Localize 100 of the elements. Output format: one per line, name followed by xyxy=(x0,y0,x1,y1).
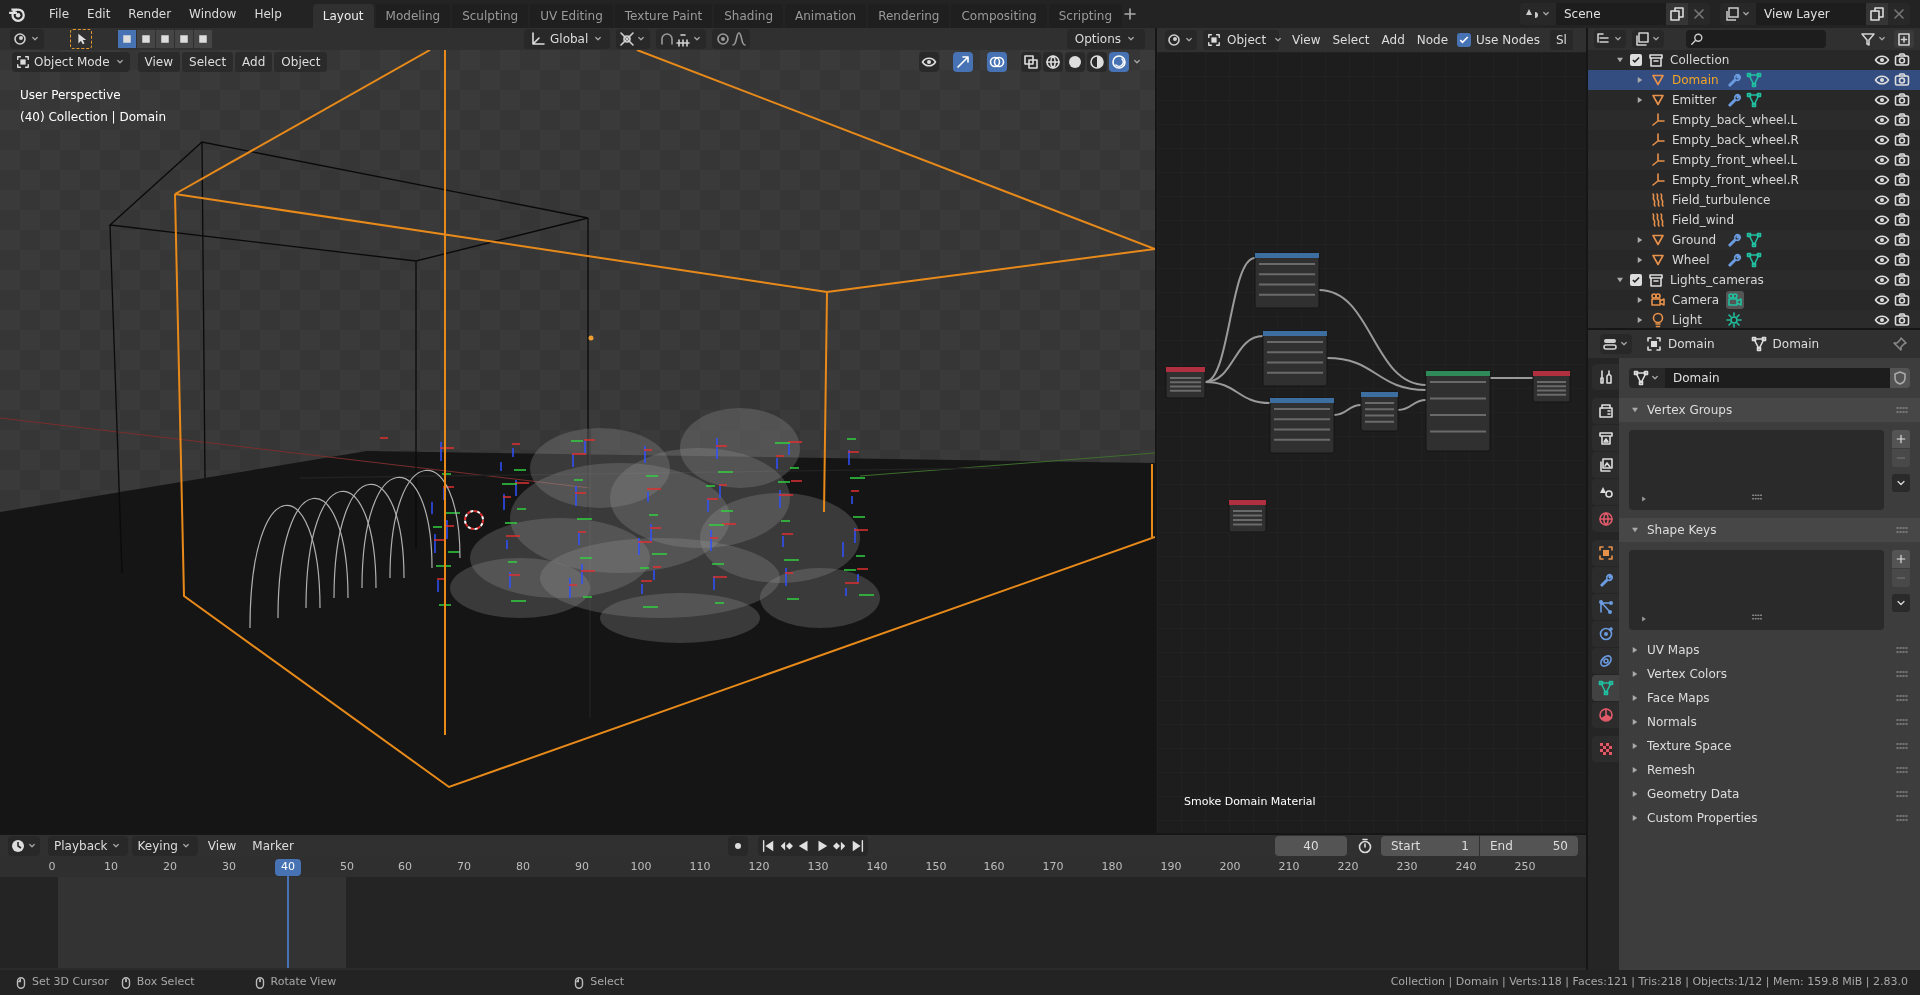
outliner-item-label[interactable]: Empty_front_wheel.L xyxy=(1672,151,1812,169)
ruler-tick-label: 10 xyxy=(103,859,119,876)
workspace-tab[interactable]: Texture Paint xyxy=(614,4,713,28)
ruler-tick-label: 170 xyxy=(1041,859,1065,876)
workspace-tab[interactable]: Scripting xyxy=(1048,4,1123,28)
workspace-tab[interactable]: Shading xyxy=(714,4,783,28)
mode-label: Object Mode xyxy=(34,54,110,71)
panel-title: Remesh xyxy=(1647,762,1697,779)
menu-item[interactable]: Marker xyxy=(246,836,300,856)
outliner-item-label[interactable]: Emitter xyxy=(1672,91,1812,109)
outliner-item-label[interactable]: Collection xyxy=(1670,51,1810,69)
breadcrumb-label: Domain xyxy=(1772,336,1820,353)
menu-item[interactable]: Help xyxy=(245,2,291,26)
panel-title: Vertex Colors xyxy=(1647,666,1728,683)
ruler-tick-label: 50 xyxy=(339,859,355,876)
options-dropdown[interactable]: Options xyxy=(1066,29,1145,49)
status-hint-text: Box Select xyxy=(136,974,195,991)
panel-title: Face Maps xyxy=(1647,690,1711,707)
ruler-tick-label: 70 xyxy=(456,859,472,876)
ruler-tick-label: 100 xyxy=(629,859,653,876)
menu-item[interactable]: Node xyxy=(1411,31,1454,49)
checkbox-label: Use Nodes xyxy=(1476,32,1540,49)
shader-type-label: Object xyxy=(1227,32,1267,49)
menu-item[interactable]: Select xyxy=(1327,31,1375,49)
workspace-tab[interactable]: UV Editing xyxy=(530,4,613,28)
shader-type-dropdown[interactable]: Object xyxy=(1203,30,1279,50)
ruler-tick-label: 130 xyxy=(806,859,830,876)
ruler-tick-label: 200 xyxy=(1218,859,1242,876)
menu-item[interactable]: Add xyxy=(235,52,273,72)
orientation-label: Global xyxy=(550,31,589,48)
outliner-item-label[interactable]: Camera xyxy=(1672,291,1812,309)
workspace-tab[interactable]: Sculpting xyxy=(452,4,529,28)
status-hint-text: Set 3D Cursor xyxy=(32,974,109,991)
ruler-tick-label: 90 xyxy=(574,859,590,876)
outliner-item-label[interactable]: Empty_front_wheel.R xyxy=(1672,171,1812,189)
orientation-dropdown[interactable]: Global xyxy=(524,29,611,49)
panel-title: Vertex Groups xyxy=(1647,402,1734,419)
ruler-tick-label: 150 xyxy=(924,859,948,876)
outliner-item-label[interactable]: Domain xyxy=(1672,71,1812,89)
panel-title: Shape Keys xyxy=(1647,522,1718,539)
ruler-tick-label: 190 xyxy=(1159,859,1183,876)
outliner-item-label[interactable]: Field_wind xyxy=(1672,211,1812,229)
field-label: Start xyxy=(1391,838,1421,855)
panel-header[interactable]: Vertex Groups xyxy=(1619,398,1920,422)
outliner-item-label[interactable]: Light xyxy=(1672,311,1812,328)
menu-item[interactable]: Object xyxy=(274,52,328,72)
outliner-item-label[interactable]: Empty_back_wheel.R xyxy=(1672,131,1812,149)
field-value: 1 xyxy=(1461,838,1469,855)
ruler-tick-label: 220 xyxy=(1336,859,1360,876)
scene-field[interactable]: Scene xyxy=(1556,3,1666,25)
menu-item[interactable]: Select xyxy=(182,52,234,72)
panel-title: Custom Properties xyxy=(1647,810,1759,827)
workspace-tab[interactable]: Rendering xyxy=(868,4,950,28)
menu-item[interactable]: View xyxy=(1287,31,1326,49)
ruler-tick-label: 60 xyxy=(397,859,413,876)
workspace-tab[interactable]: Compositing xyxy=(951,4,1047,28)
menu-item[interactable]: Playback xyxy=(48,836,128,856)
menu-item[interactable]: Render xyxy=(119,2,181,26)
viewport-info-text: (40) Collection | Domain xyxy=(20,109,167,126)
outliner-item-label[interactable]: Ground xyxy=(1672,231,1812,249)
menu-item[interactable]: File xyxy=(40,2,79,26)
field-label: End xyxy=(1490,838,1513,855)
panel-title: Texture Space xyxy=(1647,738,1733,755)
material-name-label: Smoke Domain Material xyxy=(1184,794,1316,810)
outliner-item-label[interactable]: Lights_cameras xyxy=(1670,271,1810,289)
menu-item[interactable]: Edit xyxy=(78,2,120,26)
field-value: 50 xyxy=(1552,838,1568,855)
start-frame-field[interactable]: Start 1 xyxy=(1381,836,1479,856)
ruler-tick-label: 110 xyxy=(688,859,712,876)
status-hint-text: Select xyxy=(590,974,625,991)
panel-header[interactable]: Shape Keys xyxy=(1619,518,1920,542)
playhead-frame-label[interactable]: 40 xyxy=(275,859,301,876)
menu-item[interactable]: Window xyxy=(180,2,246,26)
end-frame-field[interactable]: End 50 xyxy=(1480,836,1578,856)
outliner-row[interactable]: Domain xyxy=(1588,70,1920,90)
ruler-tick-label: 0 xyxy=(47,859,57,876)
panel-title: Normals xyxy=(1647,714,1698,731)
ruler-tick-label: 160 xyxy=(982,859,1006,876)
panel-title: Geometry Data xyxy=(1647,786,1741,803)
outliner-item-label[interactable]: Field_turbulence xyxy=(1672,191,1812,209)
workspace-tab[interactable]: Animation xyxy=(785,4,867,28)
outliner-item-label[interactable]: Wheel xyxy=(1672,251,1812,269)
slot-dropdown[interactable]: Sl xyxy=(1549,30,1573,50)
view-layer-field[interactable]: View Layer xyxy=(1756,3,1866,25)
menu-item[interactable]: View xyxy=(137,52,181,72)
menu-item[interactable]: Keying xyxy=(131,836,198,856)
outliner-item-label[interactable]: Empty_back_wheel.L xyxy=(1672,111,1812,129)
menu-item[interactable]: View xyxy=(201,836,243,856)
workspace-tab[interactable]: Layout xyxy=(312,4,374,28)
ruler-tick-label: 250 xyxy=(1513,859,1537,876)
viewport-info-text: User Perspective xyxy=(20,87,122,104)
current-frame-field[interactable]: 40 xyxy=(1275,836,1347,856)
datablock-name-field[interactable]: Domain xyxy=(1665,368,1890,388)
ruler-tick-label: 180 xyxy=(1100,859,1124,876)
ruler-tick-label: 30 xyxy=(221,859,237,876)
workspace-tab[interactable]: Modeling xyxy=(375,4,451,28)
mode-dropdown[interactable]: Object Mode xyxy=(12,52,130,72)
panel-title: UV Maps xyxy=(1647,642,1701,659)
menu-item[interactable]: Add xyxy=(1376,31,1410,49)
status-hint-text: Rotate View xyxy=(270,974,337,991)
